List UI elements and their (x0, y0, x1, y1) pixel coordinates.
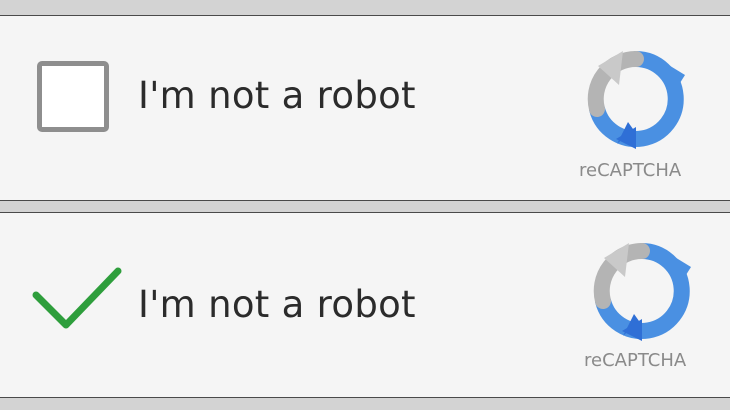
recaptcha-logo-icon (587, 50, 685, 149)
robot-label: I'm not a robot (138, 74, 416, 117)
robot-checkbox[interactable] (37, 61, 109, 132)
recaptcha-logo-icon (593, 242, 691, 341)
checkmark-icon[interactable] (30, 265, 122, 333)
recaptcha-widget-unchecked: I'm not a robot reCAPTCHA (0, 15, 730, 201)
recaptcha-brand-label: reCAPTCHA (584, 350, 687, 371)
recaptcha-widget-checked: I'm not a robot reCAPTCHA (0, 212, 730, 398)
recaptcha-brand-label: reCAPTCHA (579, 160, 682, 181)
robot-label: I'm not a robot (138, 283, 416, 326)
